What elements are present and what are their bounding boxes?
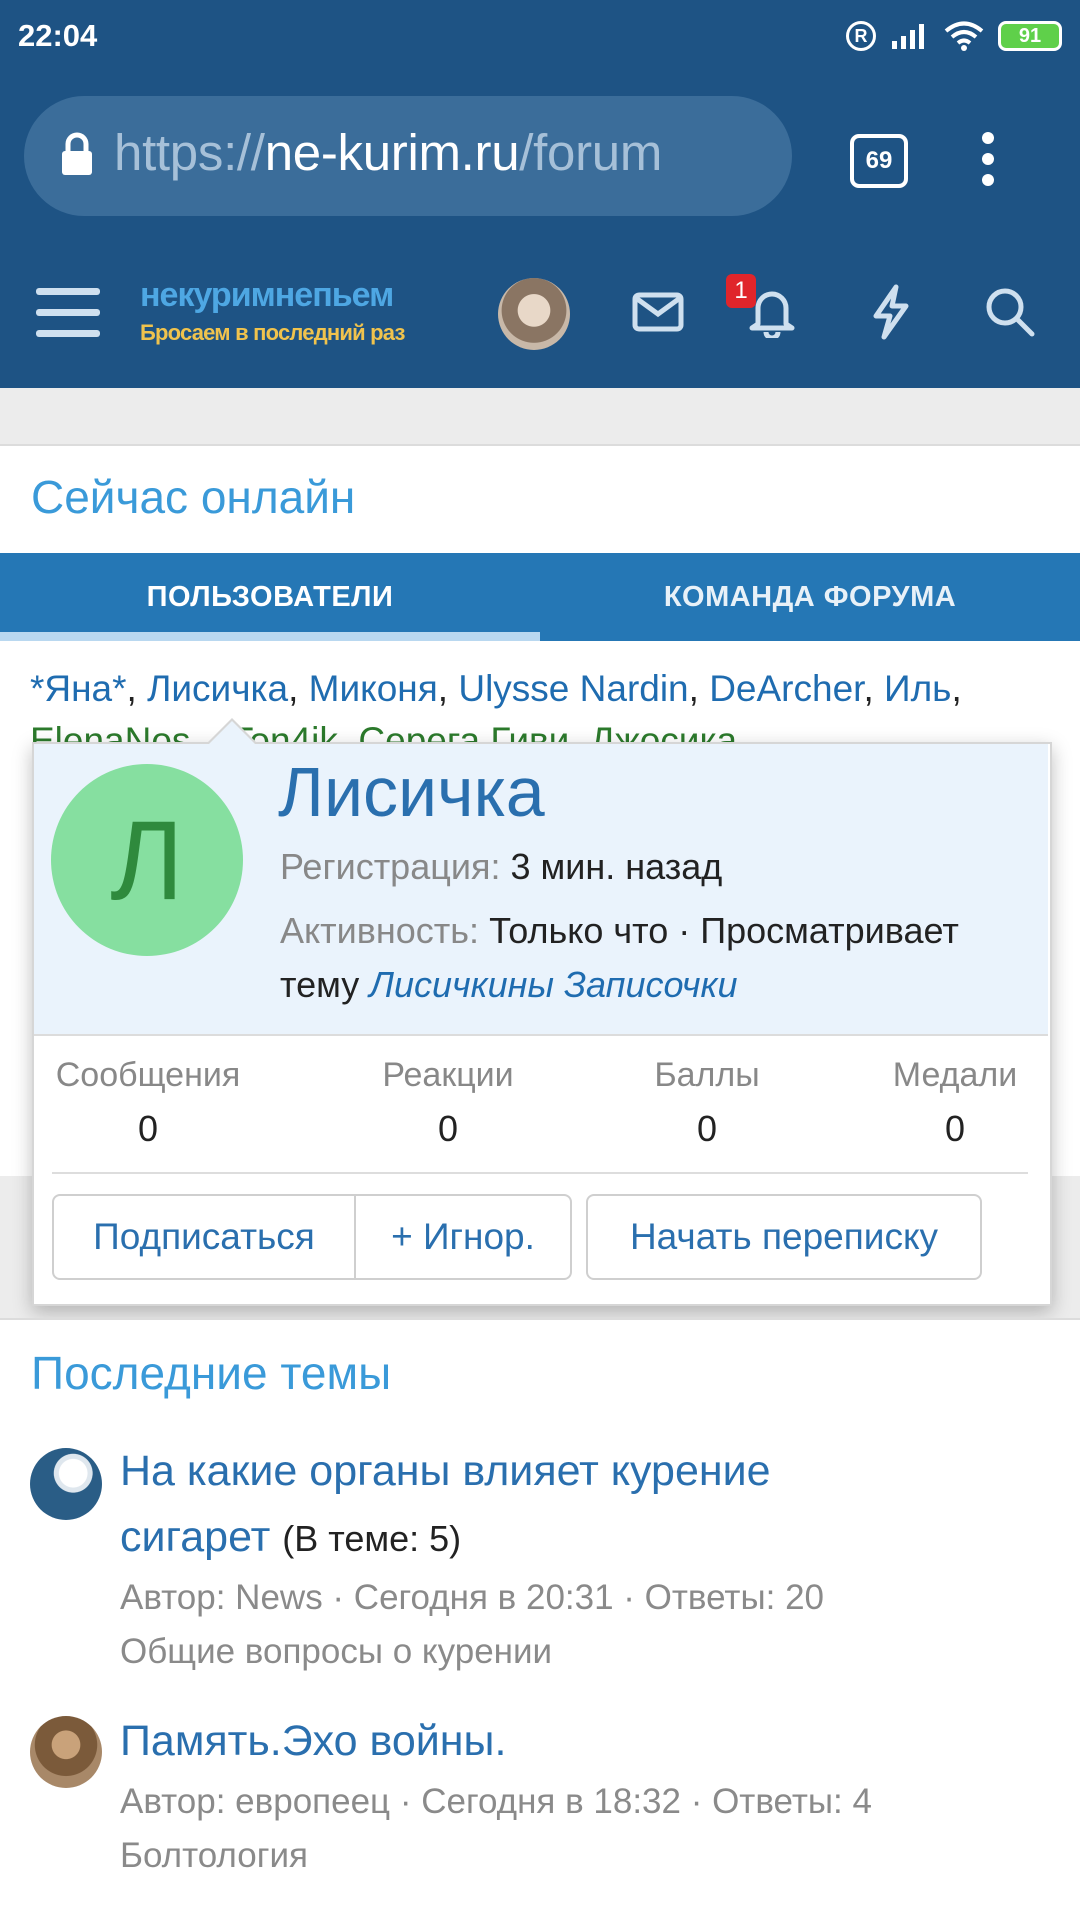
stat-label: Баллы <box>654 1056 760 1094</box>
thread-meta: Автор: News · Сегодня в 20:31 · Ответы: … <box>120 1578 824 1617</box>
status-bar: 22:04 R 91 <box>0 0 1080 72</box>
online-now-title[interactable]: Сейчас онлайн <box>31 470 355 524</box>
member-name[interactable]: Лисичка <box>278 752 545 832</box>
thread-title[interactable]: Память.Эхо войны. <box>120 1708 506 1774</box>
online-users-list-row2[interactable]: ElenaNos... Ton4ik, Серега Гиви, Джосика <box>30 720 1030 744</box>
stat-value: 0 <box>137 1108 159 1149</box>
tooltip-arrow-fill <box>208 721 256 745</box>
member-avatar[interactable]: Л <box>51 764 243 956</box>
member-activity: Активность: Только что · Просматривает <box>280 910 959 951</box>
stat-label: Реакции <box>382 1056 514 1094</box>
forum-header: некуримнепьем Бросаем в последний раз 1 <box>0 240 1080 388</box>
member-registration: Регистрация: 3 мин. назад <box>280 846 723 887</box>
user-link[interactable]: Ulysse Nardin <box>458 668 688 709</box>
tab-switcher-button[interactable]: 69 <box>850 134 908 188</box>
stat-label: Медали <box>892 1056 1018 1094</box>
stat-value: 0 <box>696 1108 718 1149</box>
address-bar[interactable]: https://ne-kurim.ru/forum <box>24 96 792 216</box>
follow-button[interactable]: Подписаться <box>52 1194 356 1280</box>
status-icons: R 91 <box>846 16 1062 56</box>
notification-badge: 1 <box>726 274 756 308</box>
site-logo[interactable]: некуримнепьем <box>140 276 394 315</box>
thread-forum[interactable]: Общие вопросы о курении <box>120 1632 552 1672</box>
thread-author-avatar[interactable] <box>30 1448 102 1520</box>
lock-icon <box>62 132 92 175</box>
battery-icon: 91 <box>998 21 1062 51</box>
online-users-list: *Яна*, Лисичка, Миконя, Ulysse Nardin, D… <box>30 668 962 709</box>
user-avatar[interactable] <box>498 278 570 350</box>
active-tab-indicator <box>0 632 540 641</box>
user-link[interactable]: *Яна* <box>30 668 127 709</box>
stat-value: 0 <box>944 1108 966 1149</box>
latest-threads-title[interactable]: Последние темы <box>31 1346 391 1400</box>
online-tabs: ПОЛЬЗОВАТЕЛИ КОМАНДА ФОРУМА <box>0 553 1080 641</box>
site-tagline: Бросаем в последний раз <box>140 320 405 345</box>
status-time: 22:04 <box>18 18 98 53</box>
member-activity-line2: тему Лисичкины Записочки <box>280 964 738 1005</box>
viewing-topic-link[interactable]: Лисичкины Записочки <box>369 964 737 1005</box>
tab-users[interactable]: ПОЛЬЗОВАТЕЛИ <box>0 553 540 641</box>
tab-forum-team[interactable]: КОМАНДА ФОРУМА <box>540 553 1080 641</box>
user-link[interactable]: Миконя <box>309 668 438 709</box>
divider <box>52 1172 1028 1174</box>
more-menu-icon[interactable] <box>982 132 996 195</box>
lightning-icon[interactable] <box>870 284 912 340</box>
thread-meta: Автор: европеец · Сегодня в 18:32 · Отве… <box>120 1782 872 1821</box>
ignore-button[interactable]: + Игнор. <box>354 1194 572 1280</box>
browser-toolbar: https://ne-kurim.ru/forum 69 <box>0 72 1080 240</box>
menu-icon[interactable] <box>36 288 100 351</box>
thread-forum[interactable]: Болтология <box>120 1836 308 1876</box>
url-text: https://ne-kurim.ru/forum <box>114 124 663 181</box>
start-conversation-button[interactable]: Начать переписку <box>586 1194 982 1280</box>
inbox-icon[interactable] <box>632 290 684 334</box>
search-icon[interactable] <box>984 286 1036 338</box>
user-link[interactable]: DeArcher <box>709 668 863 709</box>
stat-value: 0 <box>437 1108 459 1149</box>
stat-label: Сообщения <box>55 1056 241 1094</box>
signal-icon <box>892 24 924 49</box>
thread-reply-count: (В теме: 5) <box>282 1518 462 1559</box>
registered-icon: R <box>846 21 876 51</box>
user-link[interactable]: Иль <box>884 668 951 709</box>
thread-author-avatar[interactable] <box>30 1716 102 1788</box>
user-link[interactable]: Лисичка <box>147 668 288 709</box>
latest-threads-block <box>0 1318 1080 1922</box>
thread-title[interactable]: На какие органы влияет курение сигарет (… <box>120 1438 771 1572</box>
wifi-icon <box>944 21 984 51</box>
